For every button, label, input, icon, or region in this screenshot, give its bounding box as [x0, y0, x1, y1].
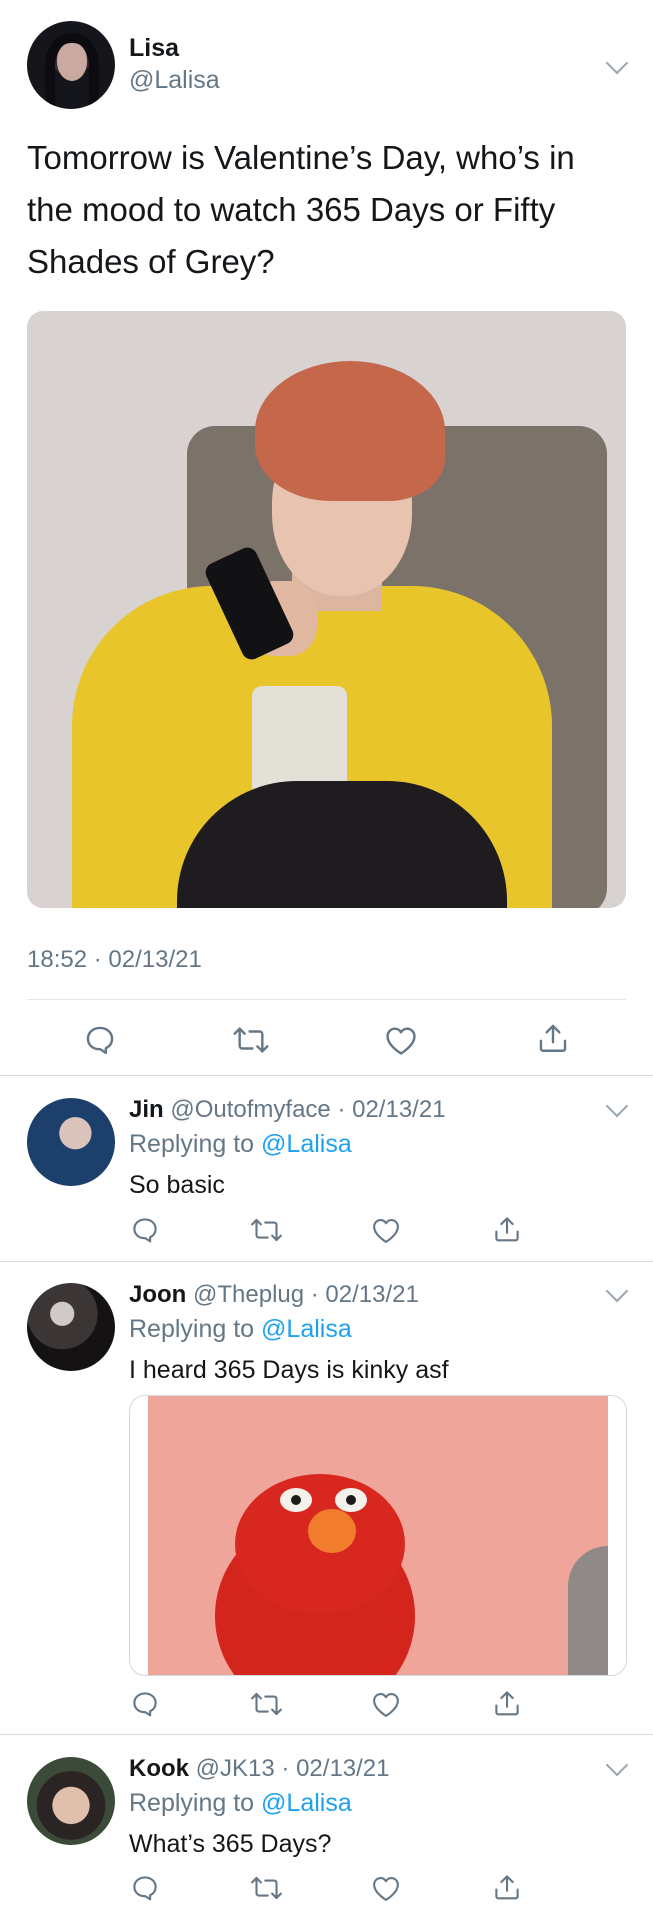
share-icon[interactable]: [487, 1867, 527, 1907]
reply-date: · 02/13/21: [337, 1096, 446, 1123]
replying-to: Replying to @Lalisa: [129, 1315, 352, 1344]
tweet-text: Tomorrow is Valentine’s Day, who’s in th…: [27, 139, 575, 280]
reply-icon[interactable]: [125, 1210, 165, 1250]
chevron-down-icon[interactable]: [605, 1094, 629, 1118]
chevron-down-icon[interactable]: [605, 51, 629, 75]
replying-to-link[interactable]: @Lalisa: [261, 1130, 352, 1158]
replying-to: Replying to @Lalisa: [129, 1130, 352, 1159]
like-icon[interactable]: [379, 1018, 423, 1062]
replying-label: Replying to: [129, 1130, 255, 1158]
replying-to-link[interactable]: @Lalisa: [261, 1315, 352, 1343]
chevron-down-icon[interactable]: [605, 1279, 629, 1303]
reply-date: · 02/13/21: [310, 1281, 419, 1308]
author-handle[interactable]: @Outofmyface: [170, 1096, 330, 1123]
divider: [0, 1734, 653, 1735]
avatar[interactable]: [27, 1283, 115, 1371]
main-tweet: Lisa @Lalisa Tomorrow is Valentine’s Day…: [0, 0, 653, 1075]
author-name[interactable]: Kook: [129, 1755, 189, 1782]
divider: [0, 1075, 653, 1076]
reply-text: What’s 365 Days?: [129, 1830, 332, 1858]
replying-to-link[interactable]: @Lalisa: [261, 1789, 352, 1817]
retweet-icon[interactable]: [246, 1868, 286, 1908]
share-icon[interactable]: [531, 1016, 575, 1060]
author-name[interactable]: Lisa: [129, 34, 179, 63]
retweet-icon[interactable]: [246, 1684, 286, 1724]
retweet-icon[interactable]: [246, 1210, 286, 1250]
replying-to: Replying to @Lalisa: [129, 1789, 352, 1818]
like-icon[interactable]: [366, 1210, 406, 1250]
like-icon[interactable]: [366, 1868, 406, 1908]
reply-text: I heard 365 Days is kinky asf: [129, 1356, 449, 1384]
reply-icon[interactable]: [78, 1018, 122, 1062]
divider: [0, 1261, 653, 1262]
reply-icon[interactable]: [125, 1868, 165, 1908]
reply-text: So basic: [129, 1171, 225, 1199]
reply-header: Kook @JK13 · 02/13/21: [129, 1755, 390, 1783]
reply-icon[interactable]: [125, 1684, 165, 1724]
divider: [27, 999, 626, 1000]
chevron-down-icon[interactable]: [605, 1753, 629, 1777]
reply-header: Jin @Outofmyface · 02/13/21: [129, 1096, 446, 1124]
author-handle[interactable]: @Theplug: [193, 1281, 304, 1308]
avatar[interactable]: [27, 1757, 115, 1845]
replying-label: Replying to: [129, 1315, 255, 1343]
reply-date: · 02/13/21: [281, 1755, 390, 1782]
avatar[interactable]: [27, 21, 115, 109]
like-icon[interactable]: [366, 1684, 406, 1724]
tweet-photo[interactable]: [27, 311, 626, 908]
share-icon[interactable]: [487, 1683, 527, 1723]
author-name[interactable]: Jin: [129, 1096, 164, 1123]
reply-header: Joon @Theplug · 02/13/21: [129, 1281, 419, 1309]
retweet-icon[interactable]: [229, 1018, 273, 1062]
share-icon[interactable]: [487, 1209, 527, 1249]
author-name[interactable]: Joon: [129, 1281, 186, 1308]
reply-image[interactable]: [129, 1395, 627, 1676]
avatar[interactable]: [27, 1098, 115, 1186]
author-handle[interactable]: @JK13: [196, 1755, 275, 1782]
author-handle[interactable]: @Lalisa: [129, 66, 220, 95]
replying-label: Replying to: [129, 1789, 255, 1817]
tweet-timestamp: 18:52 · 02/13/21: [27, 946, 202, 973]
